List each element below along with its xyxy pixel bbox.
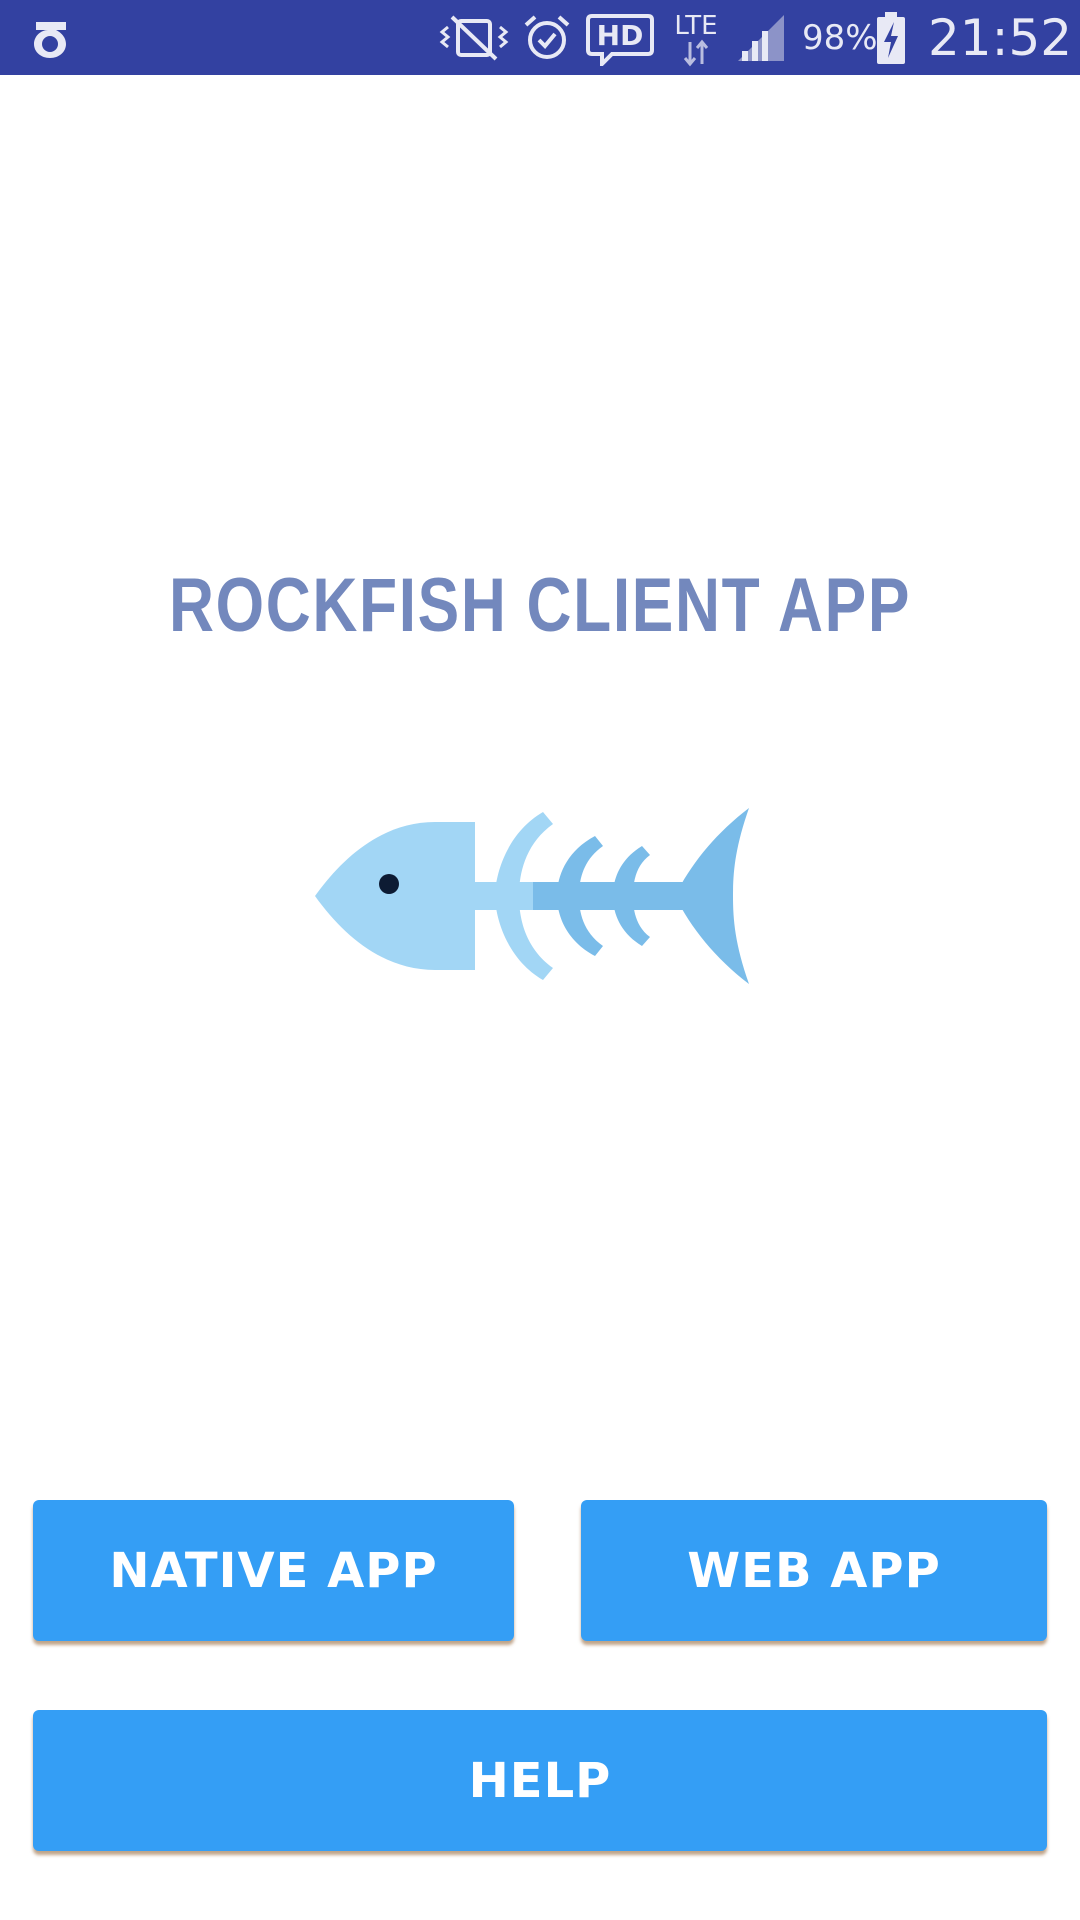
native-app-button[interactable]: NATIVE APP <box>33 1500 514 1641</box>
lte-data-icon: LTE <box>668 0 724 75</box>
clock: 21:52 <box>928 8 1073 67</box>
help-button[interactable]: HELP <box>33 1710 1047 1851</box>
web-app-button[interactable]: WEB APP <box>581 1500 1047 1641</box>
battery-charging-icon <box>876 0 906 75</box>
signal-icon <box>736 0 786 75</box>
battery-percent: 98% <box>802 17 878 58</box>
vibrate-mute-icon <box>438 0 510 75</box>
hd-label: HD <box>597 19 644 52</box>
lte-label: LTE <box>674 11 717 41</box>
app-logo-icon <box>26 0 74 75</box>
fish-skeleton-icon <box>315 808 751 984</box>
app-title: ROCKFISH CLIENT APP <box>168 563 912 648</box>
status-bar: HD LTE 98% 21:52 <box>0 0 1080 75</box>
alarm-icon <box>522 0 572 75</box>
hd-voice-icon: HD <box>586 0 654 75</box>
